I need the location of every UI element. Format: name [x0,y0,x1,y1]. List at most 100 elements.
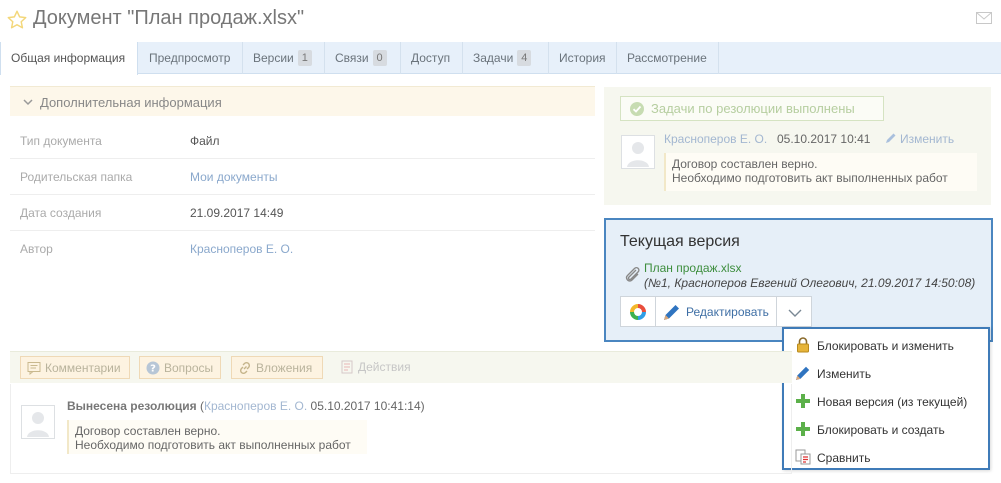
tab-label: Версии [253,51,294,65]
comment-body: Договор составлен верно. Необходимо подг… [67,420,367,454]
info-value: 21.09.2017 14:49 [190,206,284,220]
comment-list: Вынесена резолюция (Красноперов Е. О. 05… [10,384,792,474]
check-circle-icon [630,102,644,116]
tab-bar: Общая информация Предпросмотр Версии 1 Св… [0,42,1001,75]
resolution-date: 05.10.2017 10:41 [777,132,871,146]
toolbar-label: Действия [358,360,411,374]
menu-item-label: Сравнить [817,451,871,465]
user-silhouette-icon [27,412,49,437]
lock-icon [797,337,809,353]
info-row-author: Автор Красноперов Е. О. [10,231,595,267]
question-icon: ? [146,361,160,375]
favorite-star-icon[interactable] [6,9,28,31]
edit-button-label: Редактировать [686,305,769,319]
tab-general-info[interactable]: Общая информация [0,42,138,75]
menu-item-new-version[interactable]: Новая версия (из текущей) [784,387,988,415]
comment-author-link[interactable]: Красноперов Е. О. [204,399,307,413]
tab-label: Предпросмотр [149,51,231,65]
page-title: Документ "План продаж.xlsx" [33,7,305,29]
comment-icon [27,362,41,375]
attachments-button[interactable]: Вложения [231,356,323,379]
tab-label: Доступ [411,51,451,65]
resolution-edit-link[interactable]: Изменить [900,132,954,146]
plus-icon [796,422,810,436]
comment-line: Необходимо подготовить акт выполненных р… [75,438,351,452]
count-badge: 4 [517,50,532,66]
actions-icon [341,360,353,374]
avatar [621,135,655,169]
resolution-author-link[interactable]: Красноперов Е. О. [664,132,767,146]
count-badge: 0 [372,50,387,66]
menu-item-label: Новая версия (из текущей) [817,395,968,409]
resolution-panel: Задачи по резолюции выполнены Красноперо… [604,87,991,205]
menu-item-label: Изменить [817,367,872,381]
info-value: Файл [190,134,220,148]
tab-label: История [559,51,606,65]
discussion-toolbar: Комментарии ? Вопросы Вложения Действия [10,351,792,383]
resolution-note: Договор составлен верно. Необходимо подг… [664,153,977,191]
comment-header: Вынесена резолюция (Красноперов Е. О. 05… [67,399,425,413]
additional-info-toggle[interactable]: Дополнительная информация [10,86,595,116]
menu-item-lock-and-create[interactable]: Блокировать и создать [784,415,988,443]
chevron-down-icon [23,99,33,106]
paperclip-icon [625,266,640,282]
comment-title: Вынесена резолюция [67,399,197,413]
user-silhouette-icon [627,142,649,167]
menu-item-compare[interactable]: Сравнить [784,443,988,471]
tab-review[interactable]: Рассмотрение [617,42,719,74]
note-line: Договор составлен верно. [672,157,818,171]
info-key: Родительская папка [20,170,133,184]
toolbar-label: Вопросы [164,361,214,375]
menu-item-label: Блокировать и создать [817,423,945,437]
resolution-status-text: Задачи по резолюции выполнены [651,101,855,116]
tab-links[interactable]: Связи 0 [325,42,401,74]
chevron-down-icon [788,309,802,317]
toolbar-label: Вложения [256,361,313,375]
svg-text:?: ? [150,364,156,375]
current-version-panel: Текущая версия План продаж.xlsx (№1, Кра… [604,218,993,342]
tab-label: Связи [335,51,369,65]
comment-date: 05.10.2017 10:41:14 [310,399,421,413]
online-editor-icon [630,304,646,320]
edit-button[interactable]: Редактировать [655,296,777,327]
menu-item-edit[interactable]: Изменить [784,359,988,387]
compare-icon [795,449,811,465]
file-version-meta: (№1, Красноперов Евгений Олегович, 21.09… [644,276,976,290]
comments-button[interactable]: Комментарии [20,356,130,379]
comment-line: Договор составлен верно. [75,424,221,438]
file-name-link[interactable]: План продаж.xlsx [644,261,742,275]
link-icon [239,361,251,375]
tab-preview[interactable]: Предпросмотр [139,42,243,74]
open-online-button[interactable] [620,296,656,327]
note-line: Необходимо подготовить акт выполненных р… [672,171,948,185]
tab-label: Рассмотрение [627,51,707,65]
menu-item-label: Блокировать и изменить [817,339,954,353]
current-version-title: Текущая версия [620,233,740,250]
more-options-button[interactable] [776,296,812,327]
tab-access[interactable]: Доступ [401,42,463,74]
info-row-doc-type: Тип документа Файл [10,123,595,159]
tab-history[interactable]: История [549,42,617,74]
plus-icon [796,394,810,408]
tab-label: Общая информация [11,51,126,65]
version-actions-menu: Блокировать и изменить Изменить Новая ве… [782,327,990,470]
tab-versions[interactable]: Версии 1 [243,42,325,74]
pencil-icon [796,366,810,380]
resolution-status-button[interactable]: Задачи по резолюции выполнены [620,96,884,121]
pencil-icon [886,133,896,143]
avatar [21,405,55,439]
parent-folder-link[interactable]: Мои документы [190,170,277,184]
actions-button[interactable]: Действия [334,356,424,379]
author-link[interactable]: Красноперов Е. О. [190,242,293,256]
toolbar-label: Комментарии [45,361,121,375]
info-row-created: Дата создания 21.09.2017 14:49 [10,195,595,231]
info-row-parent-folder: Родительская папка Мои документы [10,159,595,195]
section-title: Дополнительная информация [40,95,222,110]
questions-button[interactable]: ? Вопросы [139,356,221,379]
info-key: Автор [20,242,53,256]
menu-item-lock-and-edit[interactable]: Блокировать и изменить [784,331,988,359]
tab-tasks[interactable]: Задачи 4 [463,42,549,74]
count-badge: 1 [297,50,312,66]
info-key: Тип документа [20,134,102,148]
mail-icon[interactable] [976,12,992,24]
